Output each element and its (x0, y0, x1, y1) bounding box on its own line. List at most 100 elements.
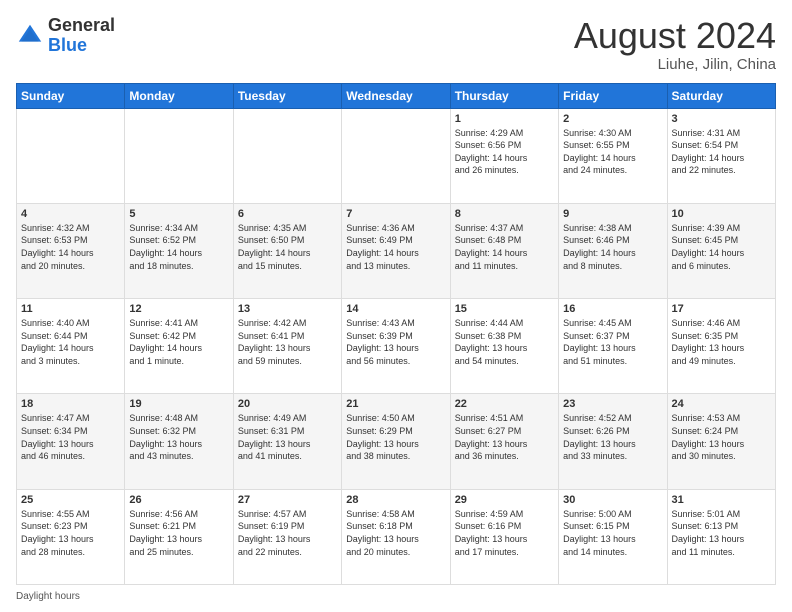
day-info: Sunrise: 4:39 AM Sunset: 6:45 PM Dayligh… (672, 222, 771, 272)
calendar-cell: 26 Sunrise: 4:56 AM Sunset: 6:21 PM Dayli… (125, 489, 233, 584)
day-number: 17 (672, 303, 771, 315)
calendar-cell: 28 Sunrise: 4:58 AM Sunset: 6:18 PM Dayli… (342, 489, 450, 584)
day-number: 26 (129, 494, 228, 506)
calendar-cell: 14 Sunrise: 4:43 AM Sunset: 6:39 PM Dayli… (342, 299, 450, 394)
calendar-cell: 16 Sunrise: 4:45 AM Sunset: 6:37 PM Dayli… (559, 299, 667, 394)
calendar-day-header-friday: Friday (559, 83, 667, 108)
day-info: Sunrise: 4:58 AM Sunset: 6:18 PM Dayligh… (346, 508, 445, 558)
day-info: Sunrise: 4:59 AM Sunset: 6:16 PM Dayligh… (455, 508, 554, 558)
calendar-week-row-2: 11 Sunrise: 4:40 AM Sunset: 6:44 PM Dayli… (17, 299, 776, 394)
day-info: Sunrise: 4:50 AM Sunset: 6:29 PM Dayligh… (346, 412, 445, 462)
day-number: 2 (563, 113, 662, 125)
calendar-cell: 25 Sunrise: 4:55 AM Sunset: 6:23 PM Dayli… (17, 489, 125, 584)
day-number: 3 (672, 113, 771, 125)
calendar-cell: 11 Sunrise: 4:40 AM Sunset: 6:44 PM Dayli… (17, 299, 125, 394)
day-number: 22 (455, 398, 554, 410)
day-info: Sunrise: 4:45 AM Sunset: 6:37 PM Dayligh… (563, 317, 662, 367)
day-info: Sunrise: 4:43 AM Sunset: 6:39 PM Dayligh… (346, 317, 445, 367)
calendar-cell: 3 Sunrise: 4:31 AM Sunset: 6:54 PM Daylig… (667, 108, 775, 203)
day-info: Sunrise: 4:30 AM Sunset: 6:55 PM Dayligh… (563, 127, 662, 177)
day-number: 27 (238, 494, 337, 506)
calendar-cell: 31Sunrise: 5:01 AM Sunset: 6:13 PM Dayli… (667, 489, 775, 584)
day-info: Sunrise: 4:34 AM Sunset: 6:52 PM Dayligh… (129, 222, 228, 272)
calendar-day-header-thursday: Thursday (450, 83, 558, 108)
day-number: 7 (346, 208, 445, 220)
day-number: 15 (455, 303, 554, 315)
calendar-cell: 5 Sunrise: 4:34 AM Sunset: 6:52 PM Daylig… (125, 203, 233, 298)
day-info: Sunrise: 4:31 AM Sunset: 6:54 PM Dayligh… (672, 127, 771, 177)
logo-general: General (48, 15, 115, 35)
day-number: 8 (455, 208, 554, 220)
day-info: Sunrise: 4:35 AM Sunset: 6:50 PM Dayligh… (238, 222, 337, 272)
calendar-week-row-1: 4Sunrise: 4:32 AM Sunset: 6:53 PM Daylig… (17, 203, 776, 298)
day-number: 9 (563, 208, 662, 220)
day-info: Sunrise: 4:48 AM Sunset: 6:32 PM Dayligh… (129, 412, 228, 462)
calendar-day-header-saturday: Saturday (667, 83, 775, 108)
day-number: 10 (672, 208, 771, 220)
day-number: 29 (455, 494, 554, 506)
calendar-cell: 13 Sunrise: 4:42 AM Sunset: 6:41 PM Dayli… (233, 299, 341, 394)
footer-text: Daylight hours (16, 591, 80, 602)
day-info: Sunrise: 4:52 AM Sunset: 6:26 PM Dayligh… (563, 412, 662, 462)
day-number: 5 (129, 208, 228, 220)
day-number: 11 (21, 303, 120, 315)
calendar-cell: 22 Sunrise: 4:51 AM Sunset: 6:27 PM Dayli… (450, 394, 558, 489)
calendar-week-row-4: 25 Sunrise: 4:55 AM Sunset: 6:23 PM Dayli… (17, 489, 776, 584)
day-number: 20 (238, 398, 337, 410)
day-info: Sunrise: 4:47 AM Sunset: 6:34 PM Dayligh… (21, 412, 120, 462)
logo-icon (16, 22, 44, 50)
header: General Blue August 2024 Liuhe, Jilin, C… (16, 16, 776, 73)
calendar-day-header-monday: Monday (125, 83, 233, 108)
day-info: Sunrise: 4:29 AM Sunset: 6:56 PM Dayligh… (455, 127, 554, 177)
calendar-cell: 23Sunrise: 4:52 AM Sunset: 6:26 PM Dayli… (559, 394, 667, 489)
day-number: 19 (129, 398, 228, 410)
calendar-cell: 20Sunrise: 4:49 AM Sunset: 6:31 PM Dayli… (233, 394, 341, 489)
day-info: Sunrise: 4:56 AM Sunset: 6:21 PM Dayligh… (129, 508, 228, 558)
day-number: 14 (346, 303, 445, 315)
calendar-cell: 27Sunrise: 4:57 AM Sunset: 6:19 PM Dayli… (233, 489, 341, 584)
calendar-table: SundayMondayTuesdayWednesdayThursdayFrid… (16, 83, 776, 585)
title-block: August 2024 Liuhe, Jilin, China (574, 16, 776, 73)
day-info: Sunrise: 4:42 AM Sunset: 6:41 PM Dayligh… (238, 317, 337, 367)
day-info: Sunrise: 4:37 AM Sunset: 6:48 PM Dayligh… (455, 222, 554, 272)
day-number: 1 (455, 113, 554, 125)
calendar-cell (233, 108, 341, 203)
calendar-cell: 1 Sunrise: 4:29 AM Sunset: 6:56 PM Daylig… (450, 108, 558, 203)
calendar-cell: 4Sunrise: 4:32 AM Sunset: 6:53 PM Daylig… (17, 203, 125, 298)
logo: General Blue (16, 16, 115, 56)
day-info: Sunrise: 4:55 AM Sunset: 6:23 PM Dayligh… (21, 508, 120, 558)
day-info: Sunrise: 5:00 AM Sunset: 6:15 PM Dayligh… (563, 508, 662, 558)
day-number: 12 (129, 303, 228, 315)
calendar-cell (17, 108, 125, 203)
calendar-cell: 10 Sunrise: 4:39 AM Sunset: 6:45 PM Dayli… (667, 203, 775, 298)
calendar-day-header-tuesday: Tuesday (233, 83, 341, 108)
day-number: 30 (563, 494, 662, 506)
day-info: Sunrise: 4:36 AM Sunset: 6:49 PM Dayligh… (346, 222, 445, 272)
day-number: 28 (346, 494, 445, 506)
location: Liuhe, Jilin, China (574, 56, 776, 73)
calendar-cell: 17 Sunrise: 4:46 AM Sunset: 6:35 PM Dayli… (667, 299, 775, 394)
day-info: Sunrise: 4:46 AM Sunset: 6:35 PM Dayligh… (672, 317, 771, 367)
day-info: Sunrise: 4:53 AM Sunset: 6:24 PM Dayligh… (672, 412, 771, 462)
calendar-cell: 29 Sunrise: 4:59 AM Sunset: 6:16 PM Dayli… (450, 489, 558, 584)
day-number: 31 (672, 494, 771, 506)
day-number: 4 (21, 208, 120, 220)
day-number: 24 (672, 398, 771, 410)
day-number: 13 (238, 303, 337, 315)
day-info: Sunrise: 4:40 AM Sunset: 6:44 PM Dayligh… (21, 317, 120, 367)
day-number: 18 (21, 398, 120, 410)
calendar-cell: 12 Sunrise: 4:41 AM Sunset: 6:42 PM Dayli… (125, 299, 233, 394)
calendar-cell (342, 108, 450, 203)
day-number: 25 (21, 494, 120, 506)
day-info: Sunrise: 4:44 AM Sunset: 6:38 PM Dayligh… (455, 317, 554, 367)
footer: Daylight hours (16, 591, 776, 602)
day-info: Sunrise: 4:51 AM Sunset: 6:27 PM Dayligh… (455, 412, 554, 462)
calendar-cell (125, 108, 233, 203)
day-info: Sunrise: 4:38 AM Sunset: 6:46 PM Dayligh… (563, 222, 662, 272)
calendar-cell: 24 Sunrise: 4:53 AM Sunset: 6:24 PM Dayli… (667, 394, 775, 489)
day-info: Sunrise: 4:41 AM Sunset: 6:42 PM Dayligh… (129, 317, 228, 367)
calendar-cell: 19 Sunrise: 4:48 AM Sunset: 6:32 PM Dayli… (125, 394, 233, 489)
calendar-cell: 21Sunrise: 4:50 AM Sunset: 6:29 PM Dayli… (342, 394, 450, 489)
calendar-cell: 18 Sunrise: 4:47 AM Sunset: 6:34 PM Dayli… (17, 394, 125, 489)
day-number: 16 (563, 303, 662, 315)
